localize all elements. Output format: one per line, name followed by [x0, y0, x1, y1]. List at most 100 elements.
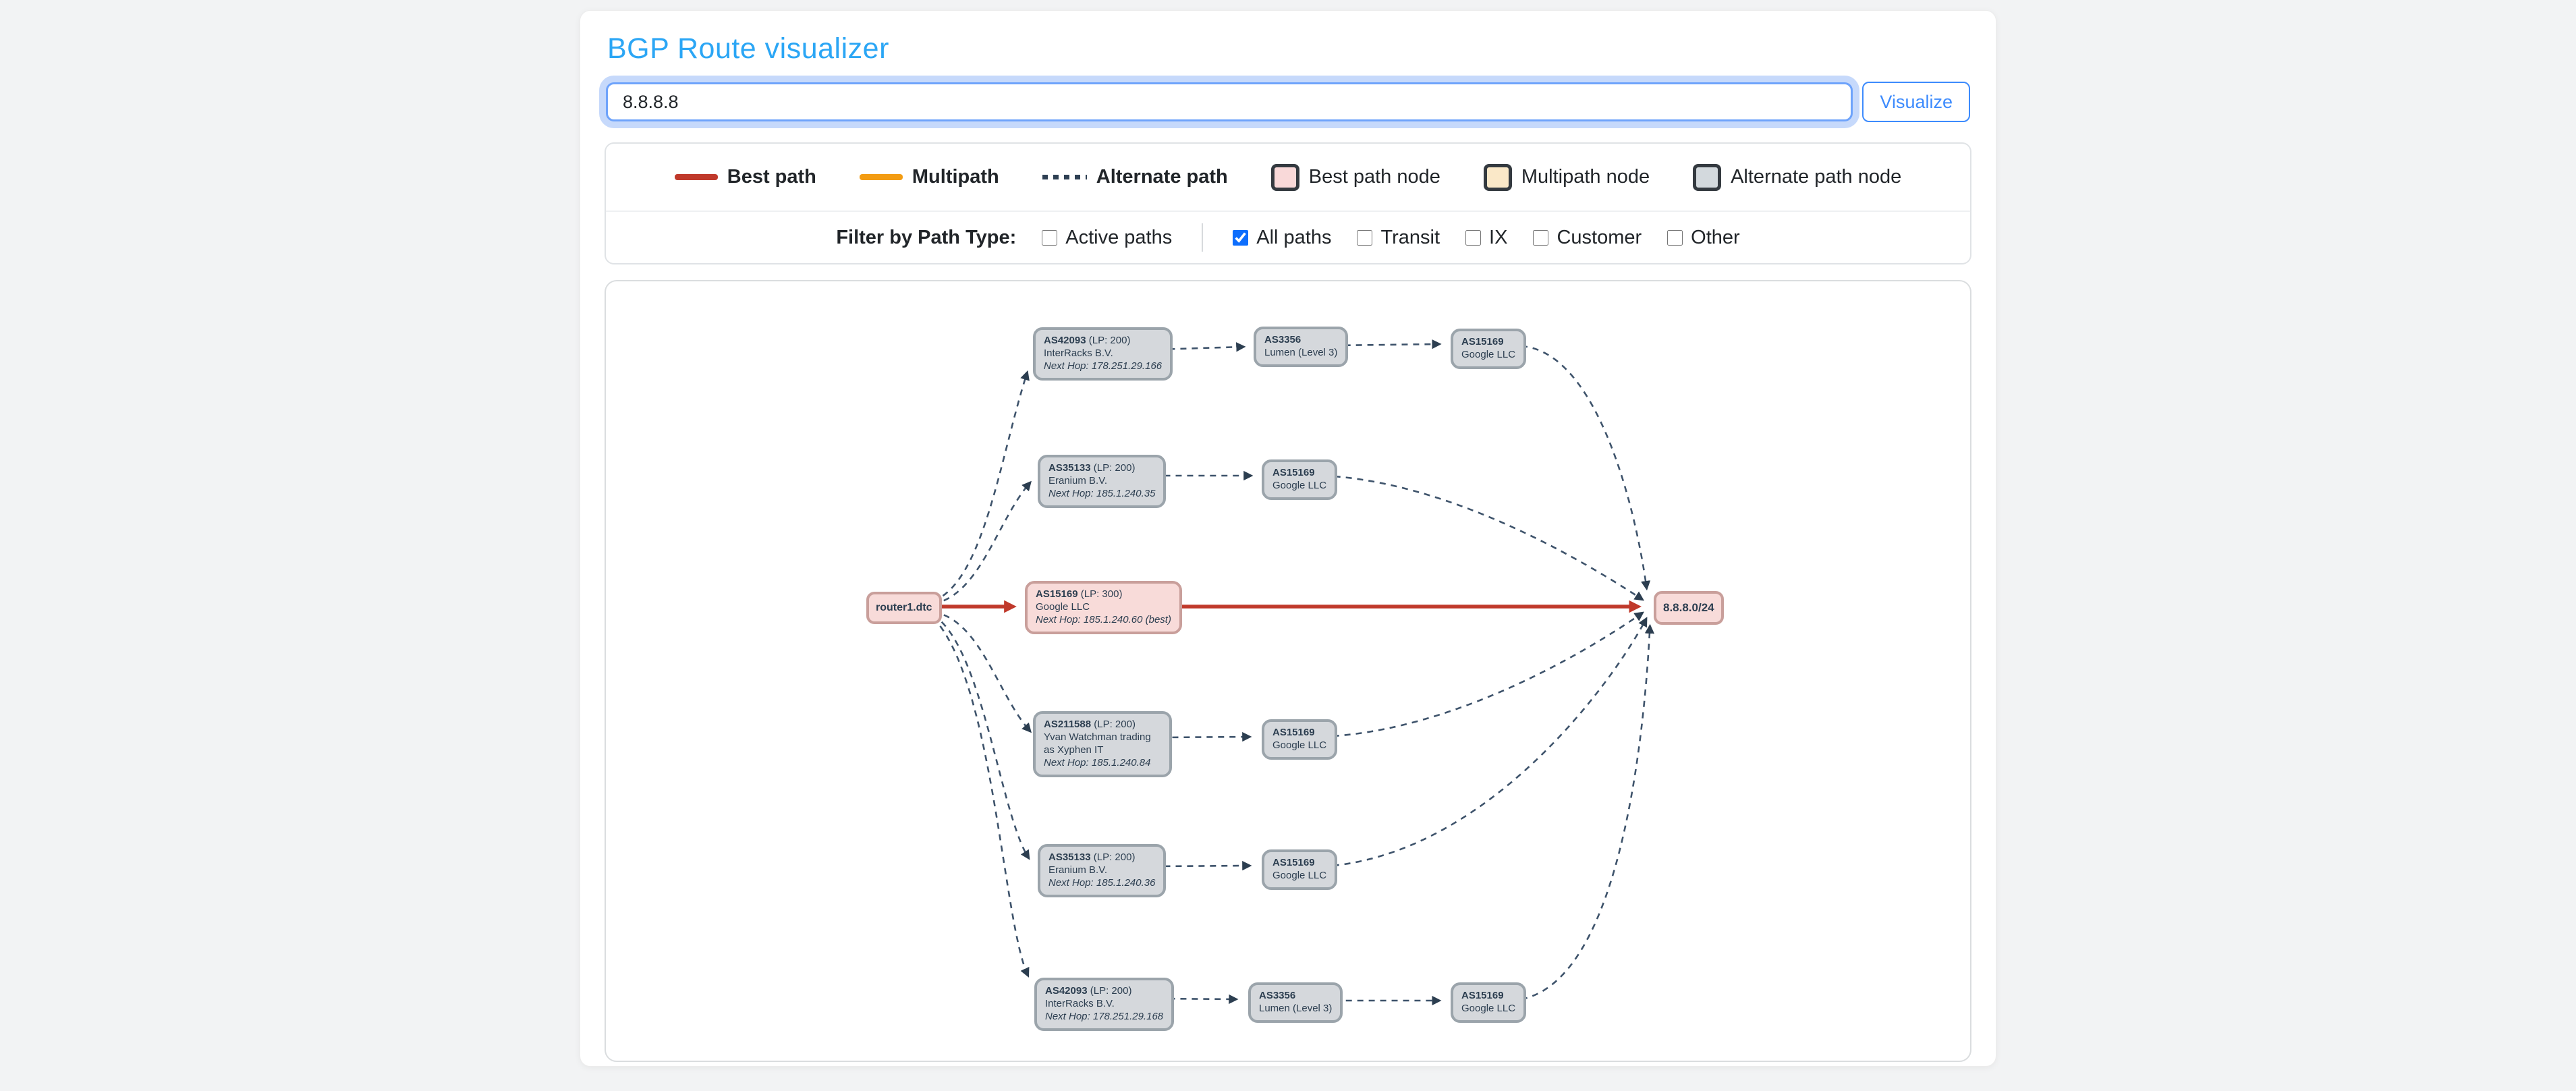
all-paths-checkbox[interactable]: [1233, 230, 1248, 246]
edge-path2-to-prefix: [1335, 476, 1642, 599]
customer-checkbox[interactable]: [1533, 230, 1548, 246]
transit-checkbox[interactable]: [1357, 230, 1372, 246]
next-hop: Next Hop: 185.1.240.60 (best): [1036, 614, 1171, 627]
graph-edges: [606, 281, 1970, 1061]
legend-label: Multipath node: [1521, 166, 1650, 188]
node-as15169-d[interactable]: AS15169 Google LLC: [1262, 849, 1337, 890]
org-name: Lumen (Level 3): [1264, 347, 1337, 360]
filter-group-divider: [1202, 223, 1203, 252]
multipath-line-swatch: [860, 174, 903, 180]
local-pref: (LP: 200): [1090, 985, 1132, 997]
org-name: Eranium B.V.: [1048, 475, 1155, 488]
legend-best-path-node: Best path node: [1271, 164, 1440, 191]
edge-path4-to-prefix: [1333, 619, 1646, 866]
org-name: Eranium B.V.: [1048, 864, 1155, 877]
org-name: Google LLC: [1272, 480, 1326, 493]
checkbox-ix[interactable]: IX: [1465, 227, 1507, 249]
node-as3356-b[interactable]: AS3356 Lumen (Level 3): [1248, 982, 1343, 1023]
legend-label: Alternate path: [1096, 166, 1228, 188]
app-card: BGP Route visualizer Visualize Best path…: [580, 10, 1996, 1067]
next-hop: Next Hop: 178.251.29.168: [1045, 1011, 1163, 1024]
filter-row: Filter by Path Type: Active paths All pa…: [606, 212, 1970, 263]
legend-label: Best path node: [1309, 166, 1440, 188]
legend-filter-panel: Best path Multipath Alternate path Best …: [605, 142, 1971, 264]
local-pref: (LP: 200): [1094, 851, 1136, 863]
org-name: InterRacks B.V.: [1044, 347, 1162, 360]
node-as42093-b[interactable]: AS42093 (LP: 200) InterRacks B.V. Next H…: [1034, 978, 1174, 1031]
bgp-graph-panel: router1.dtc 8.8.8.0/24 AS15169 (LP: 300)…: [605, 280, 1971, 1062]
edge-router-to-path5: [933, 617, 1028, 975]
checkbox-customer[interactable]: Customer: [1533, 227, 1642, 249]
legend-label: Alternate path node: [1731, 166, 1901, 188]
as-number: AS15169: [1272, 857, 1315, 868]
alternate-path-node-swatch: [1693, 164, 1721, 191]
node-as42093-a[interactable]: AS42093 (LP: 200) InterRacks B.V. Next H…: [1033, 327, 1173, 381]
as-number: AS35133: [1048, 851, 1091, 863]
org-name: Yvan Watchman trading as Xyphen IT: [1044, 731, 1161, 757]
checkbox-label: Active paths: [1065, 227, 1172, 249]
next-hop: Next Hop: 185.1.240.84: [1044, 757, 1161, 770]
checkbox-other[interactable]: Other: [1667, 227, 1740, 249]
org-name: Google LLC: [1272, 739, 1326, 752]
edge-router-to-path2: [933, 483, 1030, 604]
as-number: AS15169: [1461, 990, 1504, 1001]
as-number: AS42093: [1044, 335, 1086, 346]
local-pref: (LP: 200): [1094, 462, 1136, 474]
node-as3356-a[interactable]: AS3356 Lumen (Level 3): [1254, 327, 1348, 367]
visualize-button[interactable]: Visualize: [1862, 82, 1970, 122]
edge-path1-hop2-hop3: [1333, 344, 1439, 345]
node-as35133-b[interactable]: AS35133 (LP: 200) Eranium B.V. Next Hop:…: [1038, 844, 1166, 897]
node-as35133-a[interactable]: AS35133 (LP: 200) Eranium B.V. Next Hop:…: [1038, 455, 1166, 508]
edge-router-to-path3: [933, 612, 1030, 731]
node-best-as15169[interactable]: AS15169 (LP: 300) Google LLC Next Hop: 1…: [1025, 581, 1182, 634]
legend-label: Multipath: [912, 166, 999, 188]
next-hop: Next Hop: 185.1.240.35: [1048, 488, 1155, 501]
ix-checkbox[interactable]: [1465, 230, 1481, 246]
active-paths-checkbox[interactable]: [1042, 230, 1057, 246]
checkbox-active-paths[interactable]: Active paths: [1042, 227, 1172, 249]
as-number: AS15169: [1272, 727, 1315, 738]
local-pref: (LP: 300): [1081, 588, 1123, 600]
search-row: Visualize: [606, 82, 1970, 122]
node-as15169-e[interactable]: AS15169 Google LLC: [1451, 982, 1526, 1023]
node-as15169-c[interactable]: AS15169 Google LLC: [1262, 719, 1337, 760]
as-number: AS35133: [1048, 462, 1091, 474]
org-name: Google LLC: [1036, 601, 1171, 614]
as-number: AS3356: [1259, 990, 1295, 1001]
checkbox-transit[interactable]: Transit: [1357, 227, 1440, 249]
next-hop: Next Hop: 185.1.240.36: [1048, 877, 1155, 890]
legend-multipath-node: Multipath node: [1484, 164, 1650, 191]
alternate-path-line-swatch: [1042, 175, 1087, 179]
local-pref: (LP: 200): [1094, 719, 1136, 730]
other-checkbox[interactable]: [1667, 230, 1683, 246]
as-number: AS42093: [1045, 985, 1088, 997]
legend-multipath: Multipath: [860, 166, 999, 188]
node-destination-prefix[interactable]: 8.8.8.0/24: [1654, 591, 1724, 625]
legend: Best path Multipath Alternate path Best …: [606, 144, 1970, 211]
node-as211588[interactable]: AS211588 (LP: 200) Yvan Watchman trading…: [1033, 711, 1172, 777]
org-name: InterRacks B.V.: [1045, 998, 1163, 1011]
checkbox-label: All paths: [1256, 227, 1331, 249]
legend-best-path: Best path: [675, 166, 816, 188]
node-as15169-b[interactable]: AS15169 Google LLC: [1262, 459, 1337, 500]
next-hop: Next Hop: 178.251.29.166: [1044, 360, 1162, 373]
legend-alternate-path-node: Alternate path node: [1693, 164, 1901, 191]
checkbox-label: IX: [1489, 227, 1507, 249]
node-as15169-a[interactable]: AS15169 Google LLC: [1451, 329, 1526, 369]
edge-path1-to-prefix: [1521, 346, 1646, 588]
local-pref: (LP: 200): [1089, 335, 1131, 346]
checkbox-all-paths[interactable]: All paths: [1233, 227, 1331, 249]
as-number: AS211588: [1044, 719, 1091, 730]
org-name: Google LLC: [1272, 870, 1326, 883]
prefix-input[interactable]: [606, 82, 1853, 121]
filter-title: Filter by Path Type:: [836, 227, 1016, 249]
checkbox-label: Customer: [1557, 227, 1642, 249]
page-title: BGP Route visualizer: [607, 32, 1969, 65]
org-name: Google LLC: [1461, 349, 1515, 362]
best-path-node-swatch: [1271, 164, 1299, 191]
as-number: AS15169: [1036, 588, 1078, 600]
legend-alternate-path: Alternate path: [1042, 166, 1228, 188]
legend-label: Best path: [727, 166, 816, 188]
node-source-router[interactable]: router1.dtc: [866, 592, 942, 624]
org-name: Lumen (Level 3): [1259, 1003, 1332, 1015]
